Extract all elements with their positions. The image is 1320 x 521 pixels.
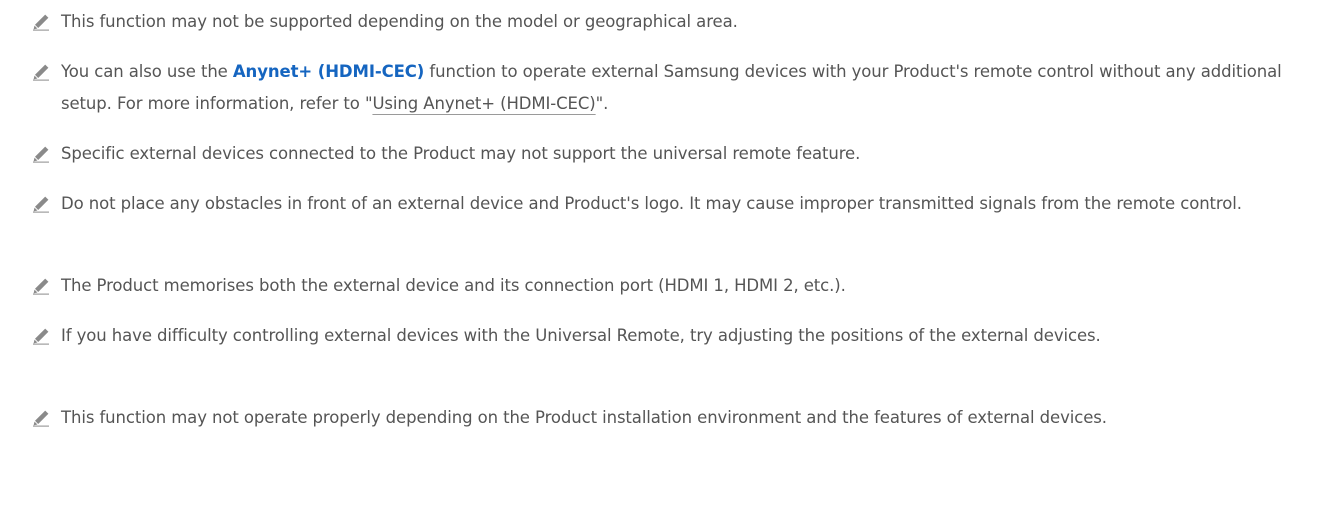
note-text: This function may not operate properly d…	[61, 408, 1107, 427]
pencil-icon	[33, 64, 49, 81]
note-text: The Product memorises both the external …	[61, 276, 846, 295]
notes-list: This function may not be supported depen…	[0, 0, 1320, 521]
note-text-before: You can also use the	[61, 62, 233, 81]
pencil-icon	[33, 410, 49, 427]
pencil-icon	[33, 196, 49, 213]
pencil-icon	[33, 14, 49, 31]
anynet-term: Anynet+ (HDMI-CEC)	[232, 62, 425, 81]
note-text: Do not place any obstacles in front of a…	[61, 194, 1242, 213]
note-text: Specific external devices connected to t…	[61, 144, 861, 163]
pencil-icon	[33, 146, 49, 163]
anynet-reference-link[interactable]: Using Anynet+ (HDMI-CEC)	[372, 94, 595, 113]
note-text: If you have difficulty controlling exter…	[61, 326, 1101, 345]
note-text: This function may not be supported depen…	[61, 12, 738, 31]
pencil-icon	[33, 328, 49, 345]
pencil-icon	[33, 278, 49, 295]
note-text-end: ".	[595, 94, 609, 113]
note-text: You can also use the Anynet+ (HDMI-CEC) …	[61, 56, 1293, 120]
